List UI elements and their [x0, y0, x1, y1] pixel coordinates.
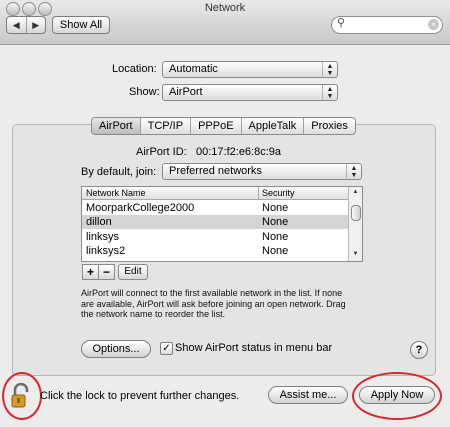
show-status-checkbox[interactable]: ✓	[160, 342, 173, 355]
show-status-label: Show AirPort status in menu bar	[175, 342, 333, 354]
help-line: are available, AirPort will ask before j…	[81, 298, 346, 309]
table-row[interactable]: MoorparkCollege2000 None	[82, 201, 348, 215]
column-divider	[258, 187, 259, 199]
open-lock-icon[interactable]	[10, 383, 32, 409]
join-label: By default, join:	[81, 166, 157, 178]
network-name: MoorparkCollege2000	[86, 202, 195, 214]
preferred-networks-table[interactable]: Network Name Security MoorparkCollege200…	[81, 186, 363, 262]
scroll-thumb[interactable]	[351, 205, 361, 221]
help-line: AirPort will connect to the first availa…	[81, 288, 343, 298]
help-line: the network name to reorder the list.	[81, 309, 226, 319]
network-security: None	[262, 245, 289, 257]
network-name: linksys	[86, 231, 120, 243]
tab-proxies[interactable]: Proxies	[304, 118, 355, 134]
back-icon[interactable]: ◀	[7, 17, 27, 33]
airport-id-label: AirPort ID:	[136, 146, 187, 158]
help-button[interactable]: ?	[410, 341, 428, 359]
popup-arrows-icon: ▲ ▼	[322, 85, 337, 101]
forward-icon[interactable]: ▶	[27, 17, 46, 33]
scroll-up-icon[interactable]: ▲	[349, 189, 362, 195]
table-row[interactable]: linksys None	[82, 230, 348, 244]
tab-bar: AirPort TCP/IP PPPoE AppleTalk Proxies	[91, 117, 356, 135]
network-security: None	[262, 216, 289, 228]
magnifier-icon: ⚲	[337, 17, 346, 29]
options-button[interactable]: Options...	[81, 340, 151, 358]
table-row[interactable]: dillon None	[82, 215, 348, 229]
table-row[interactable]: linksys2 None	[82, 244, 348, 258]
scroll-down-icon[interactable]: ▼	[349, 251, 362, 257]
lock-status-text: Click the lock to prevent further change…	[40, 390, 240, 402]
column-header-network-name[interactable]: Network Name	[86, 187, 146, 199]
add-network-button[interactable]: +	[82, 264, 99, 280]
table-header: Network Name Security	[82, 187, 348, 200]
remove-network-button[interactable]: −	[98, 264, 115, 280]
tab-airport[interactable]: AirPort	[92, 118, 141, 134]
network-security: None	[262, 231, 289, 243]
join-help-text: AirPort will connect to the first availa…	[81, 288, 423, 320]
network-security: None	[262, 202, 289, 214]
popup-arrows-icon: ▲ ▼	[346, 164, 361, 180]
edit-network-button[interactable]: Edit	[118, 264, 148, 280]
network-name: linksys2	[86, 245, 126, 257]
join-value: Preferred networks	[169, 165, 262, 177]
network-name: dillon	[86, 216, 112, 228]
apply-now-button[interactable]: Apply Now	[359, 386, 435, 404]
popup-arrows-icon: ▲ ▼	[322, 62, 337, 78]
titlebar: Network ◀ ▶ Show All ⚲ ×	[0, 0, 450, 45]
tab-appletalk[interactable]: AppleTalk	[242, 118, 305, 134]
column-header-security[interactable]: Security	[262, 187, 295, 199]
location-label: Location:	[112, 63, 157, 75]
location-value: Automatic	[169, 63, 218, 75]
network-preferences-window: Network ◀ ▶ Show All ⚲ × Location: Autom…	[0, 0, 450, 427]
clear-search-icon[interactable]: ×	[428, 19, 439, 30]
show-all-button[interactable]: Show All	[52, 16, 110, 34]
assist-me-button[interactable]: Assist me...	[268, 386, 348, 404]
back-forward-buttons[interactable]: ◀ ▶	[6, 16, 46, 34]
window-title: Network	[204, 2, 246, 14]
show-value: AirPort	[169, 86, 203, 98]
airport-id-value: 00:17:f2:e6:8c:9a	[196, 146, 282, 158]
join-popup[interactable]: Preferred networks ▲ ▼	[162, 163, 362, 180]
show-popup[interactable]: AirPort ▲ ▼	[162, 84, 338, 101]
show-label: Show:	[129, 86, 160, 98]
location-popup[interactable]: Automatic ▲ ▼	[162, 61, 338, 78]
search-field[interactable]: ⚲ ×	[331, 16, 443, 34]
table-scrollbar[interactable]: ▲ ▼	[348, 187, 362, 261]
tab-pppoe[interactable]: PPPoE	[191, 118, 242, 134]
tab-tcp-ip[interactable]: TCP/IP	[141, 118, 192, 134]
